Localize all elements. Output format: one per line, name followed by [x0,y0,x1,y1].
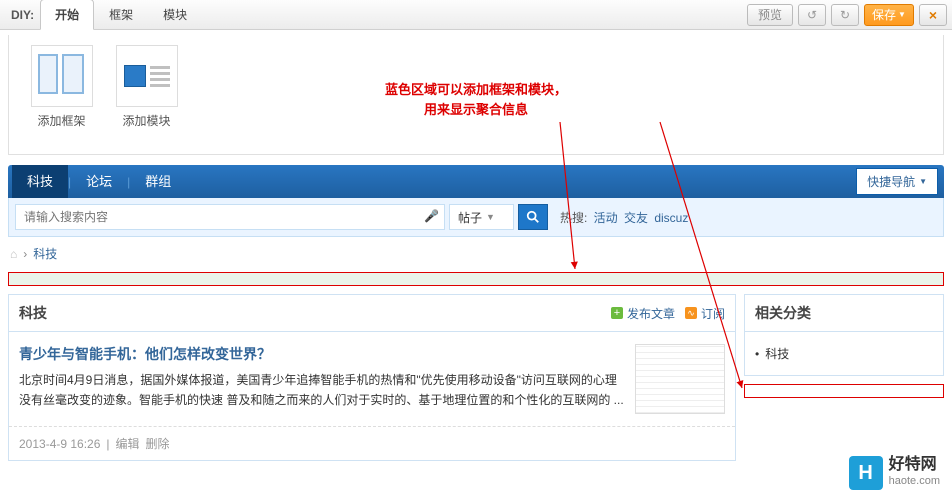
article-thumbnail[interactable] [635,344,725,414]
hot-link[interactable]: 活动 [594,211,618,225]
related-categories: 相关分类 科技 [744,294,944,376]
sidebar-title: 相关分类 [745,295,943,332]
quick-nav-button[interactable]: 快捷导航▼ [856,168,938,195]
section-header: 科技 +发布文章 ∿订阅 [9,295,735,332]
mic-icon[interactable]: 🎤 [424,209,439,223]
caret-down-icon: ▼ [898,10,906,19]
hot-link[interactable]: 交友 [624,211,648,225]
article-title[interactable]: 青少年与智能手机：他们怎样改变世界？ [19,344,625,364]
search-input-wrap: 🎤 [15,204,445,230]
close-icon: × [929,7,937,23]
add-frame-label: 添加框架 [19,112,104,129]
publish-link[interactable]: +发布文章 [611,305,675,322]
search-icon [526,210,540,224]
main-columns: 科技 +发布文章 ∿订阅 青少年与智能手机：他们怎样改变世界？ 北京时间4月9日… [8,294,944,461]
diy-slot-wide[interactable] [8,272,944,286]
add-frame-item[interactable]: 添加框架 [19,45,104,144]
article-delete[interactable]: 删除 [146,435,170,452]
search-input[interactable] [15,204,445,230]
diy-label: DIY: [5,8,40,22]
article-item: 青少年与智能手机：他们怎样改变世界？ 北京时间4月9日消息，据国外媒体报道，美国… [9,332,735,427]
sidebar-cat-item[interactable]: 科技 [755,342,933,365]
article-date: 2013-4-9 16:26 [19,437,100,451]
plus-icon: + [611,307,623,319]
frame-thumb [31,45,93,107]
rss-icon: ∿ [685,307,697,319]
caret-down-icon: ▼ [486,212,495,222]
redo-button[interactable]: ↻ [831,4,859,26]
subscribe-link[interactable]: ∿订阅 [685,305,725,322]
forum-content: 科技 | 论坛 | 群组 快捷导航▼ 🎤 帖子▼ 热搜: 活动 交友 discu… [8,165,944,461]
article-summary: 北京时间4月9日消息，据国外媒体报道，美国青少年追捧智能手机的热情和"优先使用移… [19,370,625,410]
watermark-en: haote.com [889,473,940,489]
hot-link[interactable]: discuz [654,211,688,225]
diy-slot-side[interactable] [744,384,944,398]
article-meta: 2013-4-9 16:26 | 编辑 删除 [9,427,735,460]
undo-button[interactable]: ↺ [798,4,826,26]
toolbar-tabs: 开始 框架 模块 [40,0,202,30]
search-button[interactable] [518,204,548,230]
breadcrumb-sep: › [23,247,27,261]
nav-group[interactable]: 群组 [130,165,186,198]
diy-toolbar: DIY: 开始 框架 模块 预览 ↺ ↻ 保存 ▼ × [0,0,952,30]
add-module-label: 添加模块 [104,112,189,129]
preview-button[interactable]: 预览 [747,4,793,26]
close-button[interactable]: × [919,4,947,26]
nav-forum[interactable]: 论坛 [71,165,127,198]
module-thumb [116,45,178,107]
navbar: 科技 | 论坛 | 群组 快捷导航▼ [8,165,944,198]
diy-panel: 添加框架 添加模块 [8,35,944,155]
watermark-logo-icon: H [849,456,883,490]
hot-search: 热搜: 活动 交友 discuz [560,209,688,226]
redo-icon: ↻ [840,8,850,22]
sidebar: 相关分类 科技 [744,294,944,461]
caret-down-icon: ▼ [919,177,927,186]
watermark-cn: 好特网 [889,457,940,473]
tab-module[interactable]: 模块 [148,0,202,30]
breadcrumb: ⌂ › 科技 [8,237,944,270]
undo-icon: ↺ [807,8,817,22]
home-icon[interactable]: ⌂ [10,247,17,261]
watermark: H 好特网 haote.com [849,456,940,490]
tab-frame[interactable]: 框架 [94,0,148,30]
save-button[interactable]: 保存 ▼ [864,4,914,26]
breadcrumb-item[interactable]: 科技 [33,245,57,262]
add-module-item[interactable]: 添加模块 [104,45,189,144]
nav-tech[interactable]: 科技 [12,165,68,198]
main-column: 科技 +发布文章 ∿订阅 青少年与智能手机：他们怎样改变世界？ 北京时间4月9日… [8,294,736,461]
article-edit[interactable]: 编辑 [116,435,140,452]
section-title: 科技 [19,303,47,323]
search-scope-select[interactable]: 帖子▼ [449,204,514,230]
tab-start[interactable]: 开始 [40,0,94,30]
search-bar: 🎤 帖子▼ 热搜: 活动 交友 discuz [8,198,944,237]
